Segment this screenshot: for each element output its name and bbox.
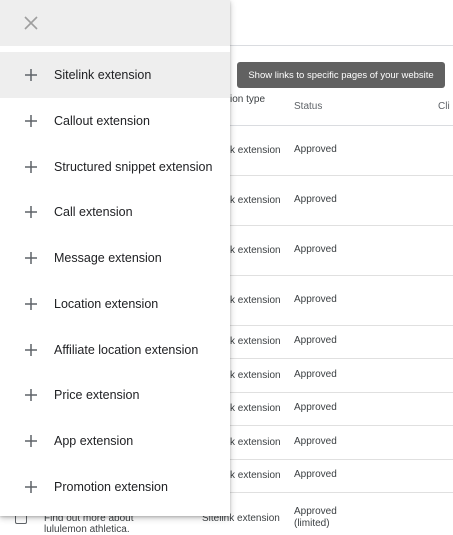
- menu-item-affiliate-location[interactable]: Affiliate location extension: [0, 327, 230, 373]
- table-cell-status: Approved: [294, 194, 337, 205]
- plus-icon: [25, 344, 37, 356]
- table-cell-type: k extension: [230, 295, 281, 306]
- table-row-divider: [230, 175, 453, 176]
- table-cell-type: k extension: [230, 336, 281, 347]
- plus-icon: [25, 389, 37, 401]
- divider: [230, 45, 453, 46]
- table-row-divider: [230, 358, 453, 359]
- menu-item-app[interactable]: App extension: [0, 418, 230, 464]
- menu-item-promotion[interactable]: Promotion extension: [0, 464, 230, 510]
- plus-icon: [25, 435, 37, 447]
- table-cell-status: Approved (limited): [294, 506, 337, 530]
- add-extension-menu: Sitelink extension Callout extension Str…: [0, 0, 230, 516]
- plus-icon: [25, 115, 37, 127]
- menu-item-price[interactable]: Price extension: [0, 372, 230, 418]
- plus-icon: [25, 206, 37, 218]
- menu-header: [0, 0, 230, 46]
- table-cell-type: k extension: [230, 245, 281, 256]
- close-icon: [24, 16, 38, 30]
- table-row-divider: [230, 225, 453, 226]
- divider: [230, 125, 453, 126]
- menu-item-label: Message extension: [54, 251, 162, 265]
- plus-icon: [25, 69, 37, 81]
- menu-item-label: Price extension: [54, 388, 140, 402]
- close-button[interactable]: [20, 12, 42, 34]
- table-cell-status: Approved: [294, 244, 337, 255]
- menu-item-label: Structured snippet extension: [54, 160, 213, 174]
- table-cell-status: Approved: [294, 369, 337, 380]
- table-cell-type: k extension: [230, 437, 281, 448]
- sitelink-description-line2: lululemon athletica.: [44, 524, 130, 535]
- menu-item-label: Sitelink extension: [54, 68, 152, 82]
- status-line2: (limited): [294, 518, 330, 529]
- table-row-divider: [230, 459, 453, 460]
- status-line1: Approved: [294, 506, 337, 517]
- table-row-divider: [230, 275, 453, 276]
- menu-item-label: Callout extension: [54, 114, 150, 128]
- plus-icon: [25, 252, 37, 264]
- menu-item-label: App extension: [54, 434, 134, 448]
- table-cell-type: k extension: [230, 403, 281, 414]
- table-cell-status: Approved: [294, 469, 337, 480]
- table-cell-type: k extension: [230, 195, 281, 206]
- menu-item-label: Call extension: [54, 205, 133, 219]
- menu-item-callout[interactable]: Callout extension: [0, 98, 230, 144]
- table-row-divider: [230, 492, 453, 493]
- table-row-divider: [230, 392, 453, 393]
- menu-item-location[interactable]: Location extension: [0, 281, 230, 327]
- table-cell-status: Approved: [294, 294, 337, 305]
- menu-item-call[interactable]: Call extension: [0, 189, 230, 235]
- menu-item-message[interactable]: Message extension: [0, 235, 230, 281]
- menu-item-structured-snippet[interactable]: Structured snippet extension: [0, 144, 230, 190]
- table-cell-status: Approved: [294, 402, 337, 413]
- table-row-divider: [230, 325, 453, 326]
- table-cell-type: k extension: [230, 470, 281, 481]
- column-header-status[interactable]: Status: [294, 101, 322, 112]
- table-cell-type: k extension: [230, 370, 281, 381]
- sitelink-description: Find out more about lululemon athletica.: [44, 513, 134, 535]
- column-header-extension-type[interactable]: ion type: [230, 94, 265, 105]
- menu-item-label: Affiliate location extension: [54, 343, 199, 357]
- table-cell-status: Approved: [294, 436, 337, 447]
- table-cell-status: Approved: [294, 335, 337, 346]
- plus-icon: [25, 298, 37, 310]
- column-header-clicks[interactable]: Cli: [438, 101, 450, 112]
- table-row-divider: [230, 425, 453, 426]
- plus-icon: [25, 161, 37, 173]
- table-cell-type: k extension: [230, 145, 281, 156]
- menu-item-sitelink[interactable]: Sitelink extension: [0, 52, 230, 98]
- plus-icon: [25, 481, 37, 493]
- tooltip: Show links to specific pages of your web…: [237, 62, 445, 88]
- table-cell-status: Approved: [294, 144, 337, 155]
- menu-item-label: Location extension: [54, 297, 159, 311]
- menu-item-label: Promotion extension: [54, 480, 168, 494]
